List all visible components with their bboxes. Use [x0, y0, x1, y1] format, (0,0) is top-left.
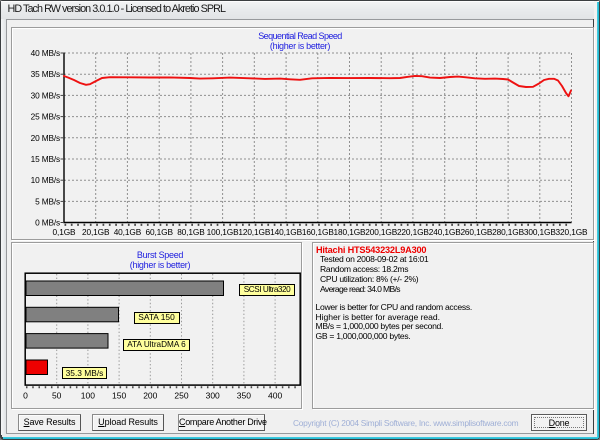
svg-text:25 MB/s: 25 MB/s	[31, 112, 60, 122]
svg-text:280,1GB: 280,1GB	[492, 227, 524, 237]
svg-text:260,1GB: 260,1GB	[460, 227, 492, 237]
svg-text:60,1GB: 60,1GB	[145, 227, 173, 237]
svg-text:300: 300	[206, 391, 220, 401]
svg-text:100,1GB: 100,1GB	[207, 227, 239, 237]
svg-text:150: 150	[112, 391, 126, 401]
svg-text:0 MB/s: 0 MB/s	[35, 218, 60, 228]
svg-text:180,1GB: 180,1GB	[334, 227, 366, 237]
svg-text:160,1GB: 160,1GB	[302, 227, 334, 237]
svg-text:320,1GB: 320,1GB	[556, 227, 588, 237]
svg-text:220,1GB: 220,1GB	[397, 227, 429, 237]
svg-text:50: 50	[52, 391, 62, 401]
svg-text:350: 350	[237, 391, 251, 401]
svg-text:40 MB/s: 40 MB/s	[31, 48, 60, 58]
svg-text:15 MB/s: 15 MB/s	[31, 154, 60, 164]
svg-text:100: 100	[81, 391, 95, 401]
svg-text:40,1GB: 40,1GB	[114, 227, 142, 237]
svg-text:200,1GB: 200,1GB	[365, 227, 397, 237]
svg-text:80,1GB: 80,1GB	[177, 227, 205, 237]
svg-text:200: 200	[143, 391, 157, 401]
svg-text:120,1GB: 120,1GB	[238, 227, 270, 237]
svg-text:20 MB/s: 20 MB/s	[31, 133, 60, 143]
svg-text:250: 250	[174, 391, 188, 401]
svg-text:400: 400	[268, 391, 282, 401]
svg-text:30 MB/s: 30 MB/s	[31, 90, 60, 100]
svg-text:10 MB/s: 10 MB/s	[31, 175, 60, 185]
svg-text:140,1GB: 140,1GB	[270, 227, 302, 237]
svg-text:35 MB/s: 35 MB/s	[31, 69, 60, 79]
svg-text:240,1GB: 240,1GB	[429, 227, 461, 237]
svg-text:0,1GB: 0,1GB	[53, 227, 77, 237]
svg-text:5 MB/s: 5 MB/s	[35, 196, 60, 206]
svg-text:300,1GB: 300,1GB	[524, 227, 556, 237]
svg-text:20,1GB: 20,1GB	[82, 227, 110, 237]
svg-text:0: 0	[23, 391, 28, 401]
